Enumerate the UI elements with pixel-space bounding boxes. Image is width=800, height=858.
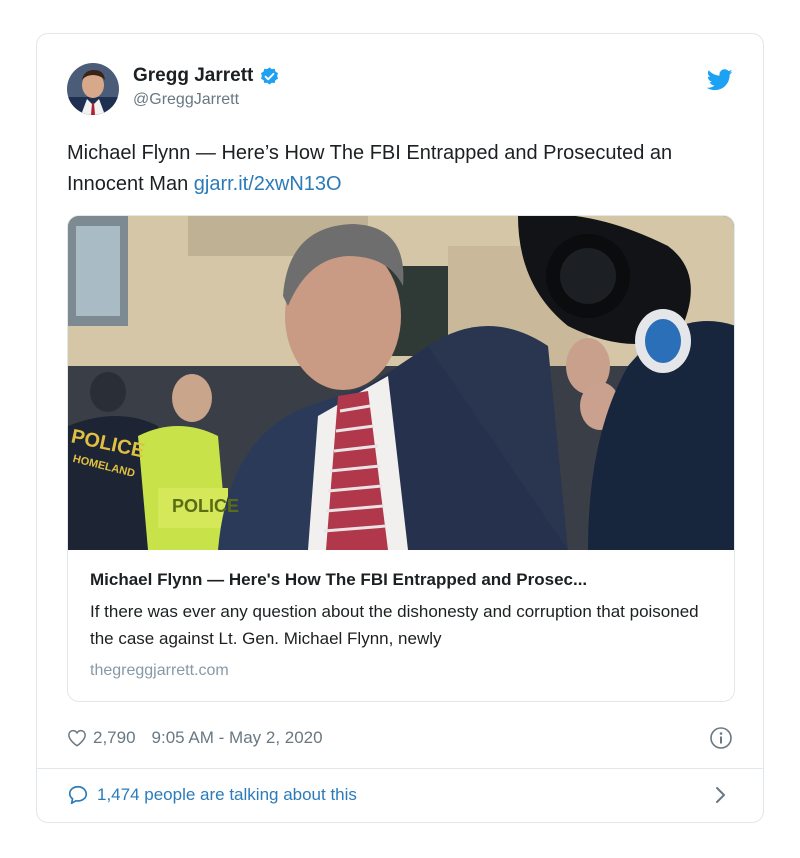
- user-names: Gregg Jarrett @GreggJarrett: [133, 65, 280, 109]
- tweet-link[interactable]: gjarr.it/2xwN13O: [194, 173, 342, 195]
- avatar[interactable]: [67, 63, 119, 115]
- link-card[interactable]: POLICE POLICE HOMELAND Michael Flynn — H…: [67, 215, 735, 702]
- timestamp[interactable]: 9:05 AM - May 2, 2020: [152, 728, 323, 748]
- vest-label: POLICE: [172, 496, 239, 516]
- talking-count: 1,474 people are talking about this: [97, 785, 357, 804]
- tweet-embed: Gregg Jarrett @GreggJarrett Michael Flyn…: [36, 33, 764, 823]
- card-image: POLICE POLICE HOMELAND: [68, 216, 734, 550]
- tweet-meta: 2,790 9:05 AM - May 2, 2020: [67, 726, 733, 750]
- tweet-text-body: Michael Flynn — Here’s How The FBI Entra…: [67, 142, 673, 195]
- twitter-bird-icon[interactable]: [707, 69, 733, 91]
- card-description: If there was ever any question about the…: [90, 602, 699, 648]
- heart-icon: [68, 729, 86, 747]
- card-body: Michael Flynn — Here's How The FBI Entra…: [68, 550, 734, 701]
- card-title: Michael Flynn — Here's How The FBI Entra…: [90, 570, 588, 589]
- display-name-link[interactable]: Gregg Jarrett: [133, 65, 280, 87]
- info-icon[interactable]: [709, 726, 733, 750]
- like-button[interactable]: 2,790: [67, 728, 136, 748]
- avatar-image: [67, 63, 119, 115]
- like-count: 2,790: [93, 728, 136, 747]
- tweet-header: Gregg Jarrett @GreggJarrett: [67, 63, 733, 119]
- conversation-link[interactable]: 1,474 people are talking about this: [67, 782, 733, 808]
- card-domain: thegreggjarrett.com: [90, 662, 229, 679]
- display-name: Gregg Jarrett: [133, 65, 254, 86]
- speech-bubble-icon: [68, 785, 88, 805]
- handle[interactable]: @GreggJarrett: [133, 91, 280, 109]
- divider: [37, 768, 763, 769]
- tweet-text: Michael Flynn — Here’s How The FBI Entra…: [67, 138, 707, 200]
- chevron-right-icon: [716, 787, 725, 803]
- card-photo: POLICE POLICE HOMELAND: [68, 216, 734, 550]
- verified-badge-icon: [261, 66, 279, 84]
